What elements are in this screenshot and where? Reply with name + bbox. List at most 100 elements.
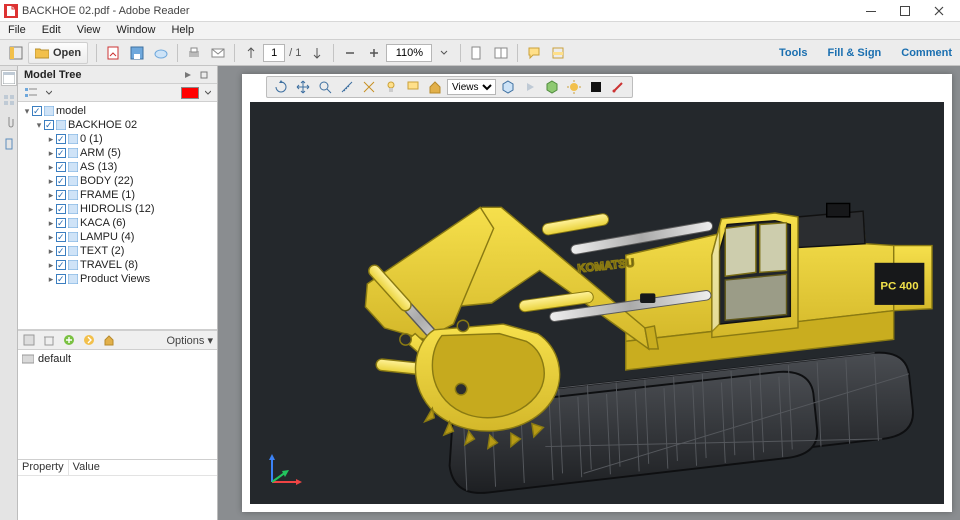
visibility-checkbox[interactable] [56, 274, 66, 284]
measure-tool[interactable] [338, 78, 356, 96]
zoom-dropdown[interactable] [433, 42, 455, 64]
twisty-icon[interactable]: ▾ [22, 104, 32, 118]
zoom-input[interactable] [386, 44, 432, 62]
open-button[interactable]: Open [28, 42, 88, 64]
mail-button[interactable] [207, 42, 229, 64]
bgcolor-button[interactable] [587, 78, 605, 96]
rail-attachments[interactable] [1, 114, 17, 130]
visibility-checkbox[interactable] [56, 260, 66, 270]
menu-file[interactable]: File [0, 22, 34, 39]
visibility-checkbox[interactable] [56, 162, 66, 172]
comment-bubble-icon[interactable] [523, 42, 545, 64]
twisty-icon[interactable]: ▸ [46, 258, 56, 272]
twisty-icon[interactable]: ▸ [46, 132, 56, 146]
swatch-dropdown[interactable] [204, 85, 212, 101]
cloud-icon[interactable] [150, 42, 172, 64]
zoom-tool[interactable] [316, 78, 334, 96]
twisty-icon[interactable]: ▸ [46, 188, 56, 202]
rail-thumbnails[interactable] [1, 92, 17, 108]
3d-viewport[interactable]: PC 400 [250, 102, 944, 504]
rail-model-tree[interactable] [1, 70, 17, 86]
views-next-icon[interactable] [82, 333, 96, 347]
visibility-checkbox[interactable] [56, 246, 66, 256]
visibility-checkbox[interactable] [44, 120, 54, 130]
close-button[interactable] [922, 0, 956, 22]
create-pdf-button[interactable] [102, 42, 124, 64]
zoom-out-button[interactable] [339, 42, 361, 64]
tree-node[interactable]: ▸HIDROLIS (12) [18, 202, 217, 216]
menu-view[interactable]: View [69, 22, 109, 39]
views-add-icon[interactable] [62, 333, 76, 347]
minimize-button[interactable] [854, 0, 888, 22]
twisty-icon[interactable]: ▸ [46, 160, 56, 174]
visibility-checkbox[interactable] [32, 106, 42, 116]
tools-link[interactable]: Tools [775, 47, 812, 59]
tree-node[interactable]: ▸0 (1) [18, 132, 217, 146]
tree-node[interactable]: ▸TEXT (2) [18, 244, 217, 258]
view-default[interactable]: default [22, 352, 213, 366]
visibility-checkbox[interactable] [56, 176, 66, 186]
fill-sign-link[interactable]: Fill & Sign [823, 47, 885, 59]
play-button[interactable] [521, 78, 539, 96]
views-options[interactable]: Options ▾ [167, 334, 214, 347]
tree-node[interactable]: ▸FRAME (1) [18, 188, 217, 202]
sidebar-toggle-button[interactable] [5, 42, 27, 64]
twisty-icon[interactable]: ▸ [46, 146, 56, 160]
twisty-icon[interactable]: ▸ [46, 230, 56, 244]
disk-icon[interactable] [126, 42, 148, 64]
tree-node[interactable]: ▸BODY (22) [18, 174, 217, 188]
print-button[interactable] [183, 42, 205, 64]
views-box-icon[interactable] [22, 333, 36, 347]
page-number-input[interactable] [263, 44, 285, 62]
visibility-checkbox[interactable] [56, 190, 66, 200]
views-list[interactable]: default [18, 350, 217, 460]
comment3d-tool[interactable] [404, 78, 422, 96]
lighting-button[interactable] [565, 78, 583, 96]
panel-close-icon[interactable] [197, 68, 211, 82]
twisty-icon[interactable]: ▸ [46, 244, 56, 258]
maximize-button[interactable] [888, 0, 922, 22]
views-home-icon[interactable] [102, 333, 116, 347]
visibility-checkbox[interactable] [56, 204, 66, 214]
visibility-checkbox[interactable] [56, 232, 66, 242]
prev-page-button[interactable] [240, 42, 262, 64]
menu-window[interactable]: Window [108, 22, 163, 39]
fit-page-button[interactable] [466, 42, 488, 64]
menu-edit[interactable]: Edit [34, 22, 69, 39]
tree-mode-dropdown[interactable] [45, 85, 53, 101]
tree-node[interactable]: ▸LAMPU (4) [18, 230, 217, 244]
comment-link[interactable]: Comment [897, 47, 956, 59]
zoom-in-button[interactable] [363, 42, 385, 64]
iso-view-button[interactable] [499, 78, 517, 96]
twisty-icon[interactable]: ▸ [46, 202, 56, 216]
twisty-icon[interactable]: ▸ [46, 272, 56, 286]
tree-node[interactable]: ▾BACKHOE 02 [18, 118, 217, 132]
tree-node[interactable]: ▸ARM (5) [18, 146, 217, 160]
visibility-checkbox[interactable] [56, 148, 66, 158]
highlight-swatch[interactable] [181, 87, 199, 99]
tree-node[interactable]: ▸AS (13) [18, 160, 217, 174]
tree-node[interactable]: ▸KACA (6) [18, 216, 217, 230]
pan-tool[interactable] [294, 78, 312, 96]
highlight-icon[interactable] [547, 42, 569, 64]
model-tree[interactable]: ▾model▾BACKHOE 02▸0 (1)▸ARM (5)▸AS (13)▸… [18, 102, 217, 330]
visibility-checkbox[interactable] [56, 134, 66, 144]
panel-collapse-icon[interactable] [181, 68, 195, 82]
tree-node[interactable]: ▾model [18, 104, 217, 118]
read-mode-button[interactable] [490, 42, 512, 64]
twisty-icon[interactable]: ▾ [34, 118, 44, 132]
views-delete-icon[interactable] [42, 333, 56, 347]
next-page-button[interactable] [306, 42, 328, 64]
tree-node[interactable]: ▸Product Views [18, 272, 217, 286]
twisty-icon[interactable]: ▸ [46, 216, 56, 230]
twisty-icon[interactable]: ▸ [46, 174, 56, 188]
tree-node[interactable]: ▸TRAVEL (8) [18, 258, 217, 272]
menu-help[interactable]: Help [163, 22, 202, 39]
light-tool[interactable] [382, 78, 400, 96]
views-select[interactable]: Views [447, 79, 496, 95]
home-view-button[interactable] [426, 78, 444, 96]
extra-tool[interactable] [609, 78, 627, 96]
visibility-checkbox[interactable] [56, 218, 66, 228]
rotate-tool[interactable] [272, 78, 290, 96]
cross-section-tool[interactable] [360, 78, 378, 96]
